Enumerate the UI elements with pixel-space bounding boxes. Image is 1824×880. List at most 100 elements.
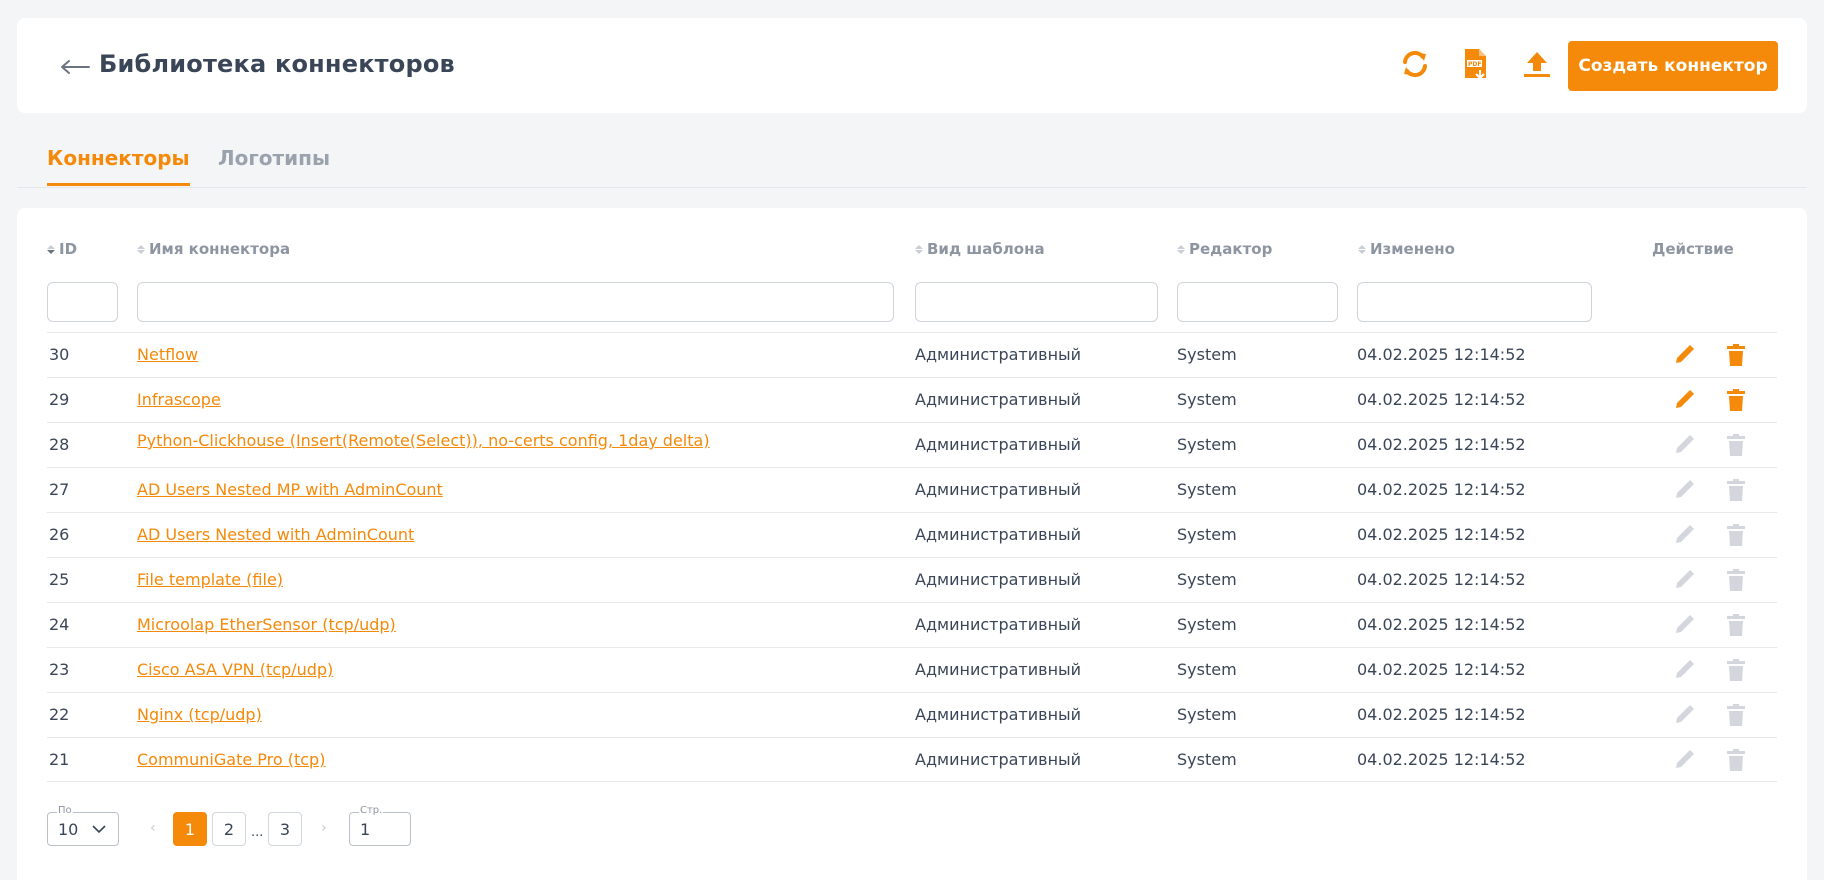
- sort-icon: [1177, 244, 1185, 254]
- column-header-editor[interactable]: Редактор: [1177, 240, 1272, 258]
- refresh-button[interactable]: [1397, 46, 1433, 82]
- cell-name: AD Users Nested MP with AdminCount: [137, 480, 443, 499]
- filter-id-input[interactable]: [47, 282, 118, 322]
- delete-icon[interactable]: [1722, 341, 1750, 369]
- create-connector-button[interactable]: Создать коннектор: [1568, 41, 1778, 91]
- filter-modified-input[interactable]: [1357, 282, 1592, 322]
- back-button[interactable]: [57, 52, 93, 82]
- cell-name: Netflow: [137, 345, 198, 364]
- cell-template: Административный: [915, 390, 1082, 409]
- edit-icon: [1670, 566, 1698, 594]
- connectors-table: ID Имя коннектора Вид шаблона Редактор И…: [17, 208, 1807, 880]
- table-row: 28 Python-Clickhouse (Insert(Remote(Sele…: [47, 422, 1777, 467]
- table-row: 24 Microolap EtherSensor (tcp/udp) Админ…: [47, 602, 1777, 647]
- column-header-name[interactable]: Имя коннектора: [137, 240, 290, 258]
- page-input-value: 1: [360, 820, 371, 839]
- connector-link[interactable]: Python-Clickhouse (Insert(Remote(Select)…: [137, 431, 710, 450]
- tab-connectors[interactable]: Коннекторы: [47, 146, 190, 186]
- page-button-3[interactable]: 3: [268, 812, 302, 846]
- column-header-id[interactable]: ID: [47, 240, 77, 258]
- next-page-icon[interactable]: ›: [321, 820, 327, 836]
- svg-text:PDF: PDF: [1468, 61, 1481, 68]
- edit-icon: [1670, 701, 1698, 729]
- cell-editor: System: [1177, 345, 1237, 364]
- table-body: 30 Netflow Административный System 04.02…: [47, 332, 1777, 782]
- table-row: 22 Nginx (tcp/udp) Административный Syst…: [47, 692, 1777, 737]
- sort-icon: [137, 244, 145, 254]
- table-row: 25 File template (file) Административный…: [47, 557, 1777, 602]
- filter-template-input[interactable]: [915, 282, 1158, 322]
- cell-modified: 04.02.2025 12:14:52: [1357, 705, 1526, 724]
- cell-editor: System: [1177, 525, 1237, 544]
- cell-editor: System: [1177, 705, 1237, 724]
- cell-editor: System: [1177, 750, 1237, 769]
- table-row: 29 Infrascope Административный System 04…: [47, 377, 1777, 422]
- connector-link[interactable]: Cisco ASA VPN (tcp/udp): [137, 660, 333, 679]
- sort-icon: [47, 244, 55, 254]
- cell-name: CommuniGate Pro (tcp): [137, 750, 325, 769]
- cell-template: Административный: [915, 660, 1082, 679]
- prev-page-icon[interactable]: ‹: [150, 820, 156, 836]
- connector-link[interactable]: Infrascope: [137, 390, 221, 409]
- column-header-modified[interactable]: Изменено: [1358, 240, 1455, 258]
- cell-template: Административный: [915, 435, 1082, 454]
- edit-icon: [1670, 746, 1698, 774]
- cell-editor: System: [1177, 615, 1237, 634]
- cell-template: Административный: [915, 525, 1082, 544]
- edit-icon: [1670, 611, 1698, 639]
- page-number-input[interactable]: Стр. 1: [349, 805, 411, 846]
- edit-icon[interactable]: [1670, 341, 1698, 369]
- cell-template: Административный: [915, 750, 1082, 769]
- sort-icon: [1358, 244, 1366, 254]
- per-page-value: 10: [58, 820, 79, 839]
- cell-template: Административный: [915, 345, 1082, 364]
- column-header-template[interactable]: Вид шаблона: [915, 240, 1045, 258]
- cell-id: 24: [49, 615, 70, 634]
- connector-link[interactable]: Netflow: [137, 345, 198, 364]
- cell-modified: 04.02.2025 12:14:52: [1357, 480, 1526, 499]
- delete-icon: [1722, 431, 1750, 459]
- delete-icon[interactable]: [1722, 386, 1750, 414]
- cell-template: Административный: [915, 705, 1082, 724]
- cell-editor: System: [1177, 660, 1237, 679]
- per-page-select[interactable]: По 10: [47, 805, 119, 846]
- cell-id: 28: [49, 435, 70, 454]
- filter-editor-input[interactable]: [1177, 282, 1338, 322]
- filter-name-input[interactable]: [137, 282, 894, 322]
- back-arrow-icon: [61, 60, 90, 74]
- edit-icon[interactable]: [1670, 386, 1698, 414]
- page-button-1[interactable]: 1: [173, 812, 207, 846]
- cell-modified: 04.02.2025 12:14:52: [1357, 525, 1526, 544]
- cell-name: AD Users Nested with AdminCount: [137, 525, 414, 544]
- connector-link[interactable]: Microolap EtherSensor (tcp/udp): [137, 615, 396, 634]
- table-row: 21 CommuniGate Pro (tcp) Административны…: [47, 737, 1777, 782]
- connector-link[interactable]: CommuniGate Pro (tcp): [137, 750, 325, 769]
- edit-icon: [1670, 431, 1698, 459]
- cell-id: 25: [49, 570, 70, 589]
- page-button-2[interactable]: 2: [212, 812, 246, 846]
- cell-modified: 04.02.2025 12:14:52: [1357, 615, 1526, 634]
- pdf-download-icon: PDF: [1465, 49, 1486, 80]
- edit-icon: [1670, 521, 1698, 549]
- edit-icon: [1670, 656, 1698, 684]
- per-page-label: По: [57, 805, 73, 816]
- refresh-icon: [1403, 50, 1427, 78]
- cell-name: File template (file): [137, 570, 283, 589]
- page-header: Библиотека коннекторов PDF Создать конне…: [17, 18, 1807, 113]
- cell-name: Python-Clickhouse (Insert(Remote(Select)…: [137, 431, 710, 450]
- delete-icon: [1722, 611, 1750, 639]
- connector-link[interactable]: AD Users Nested with AdminCount: [137, 525, 414, 544]
- cell-name: Infrascope: [137, 390, 221, 409]
- connector-link[interactable]: Nginx (tcp/udp): [137, 705, 262, 724]
- table-row: 30 Netflow Административный System 04.02…: [47, 332, 1777, 377]
- tab-bar: Коннекторы Логотипы: [17, 138, 1807, 188]
- connector-link[interactable]: AD Users Nested MP with AdminCount: [137, 480, 443, 499]
- upload-button[interactable]: [1519, 46, 1555, 82]
- connector-link[interactable]: File template (file): [137, 570, 283, 589]
- pdf-download-button[interactable]: PDF: [1458, 46, 1494, 82]
- cell-editor: System: [1177, 480, 1237, 499]
- page-title: Библиотека коннекторов: [99, 50, 455, 78]
- cell-modified: 04.02.2025 12:14:52: [1357, 390, 1526, 409]
- table-row: 23 Cisco ASA VPN (tcp/udp) Административ…: [47, 647, 1777, 692]
- tab-logos[interactable]: Логотипы: [218, 146, 330, 183]
